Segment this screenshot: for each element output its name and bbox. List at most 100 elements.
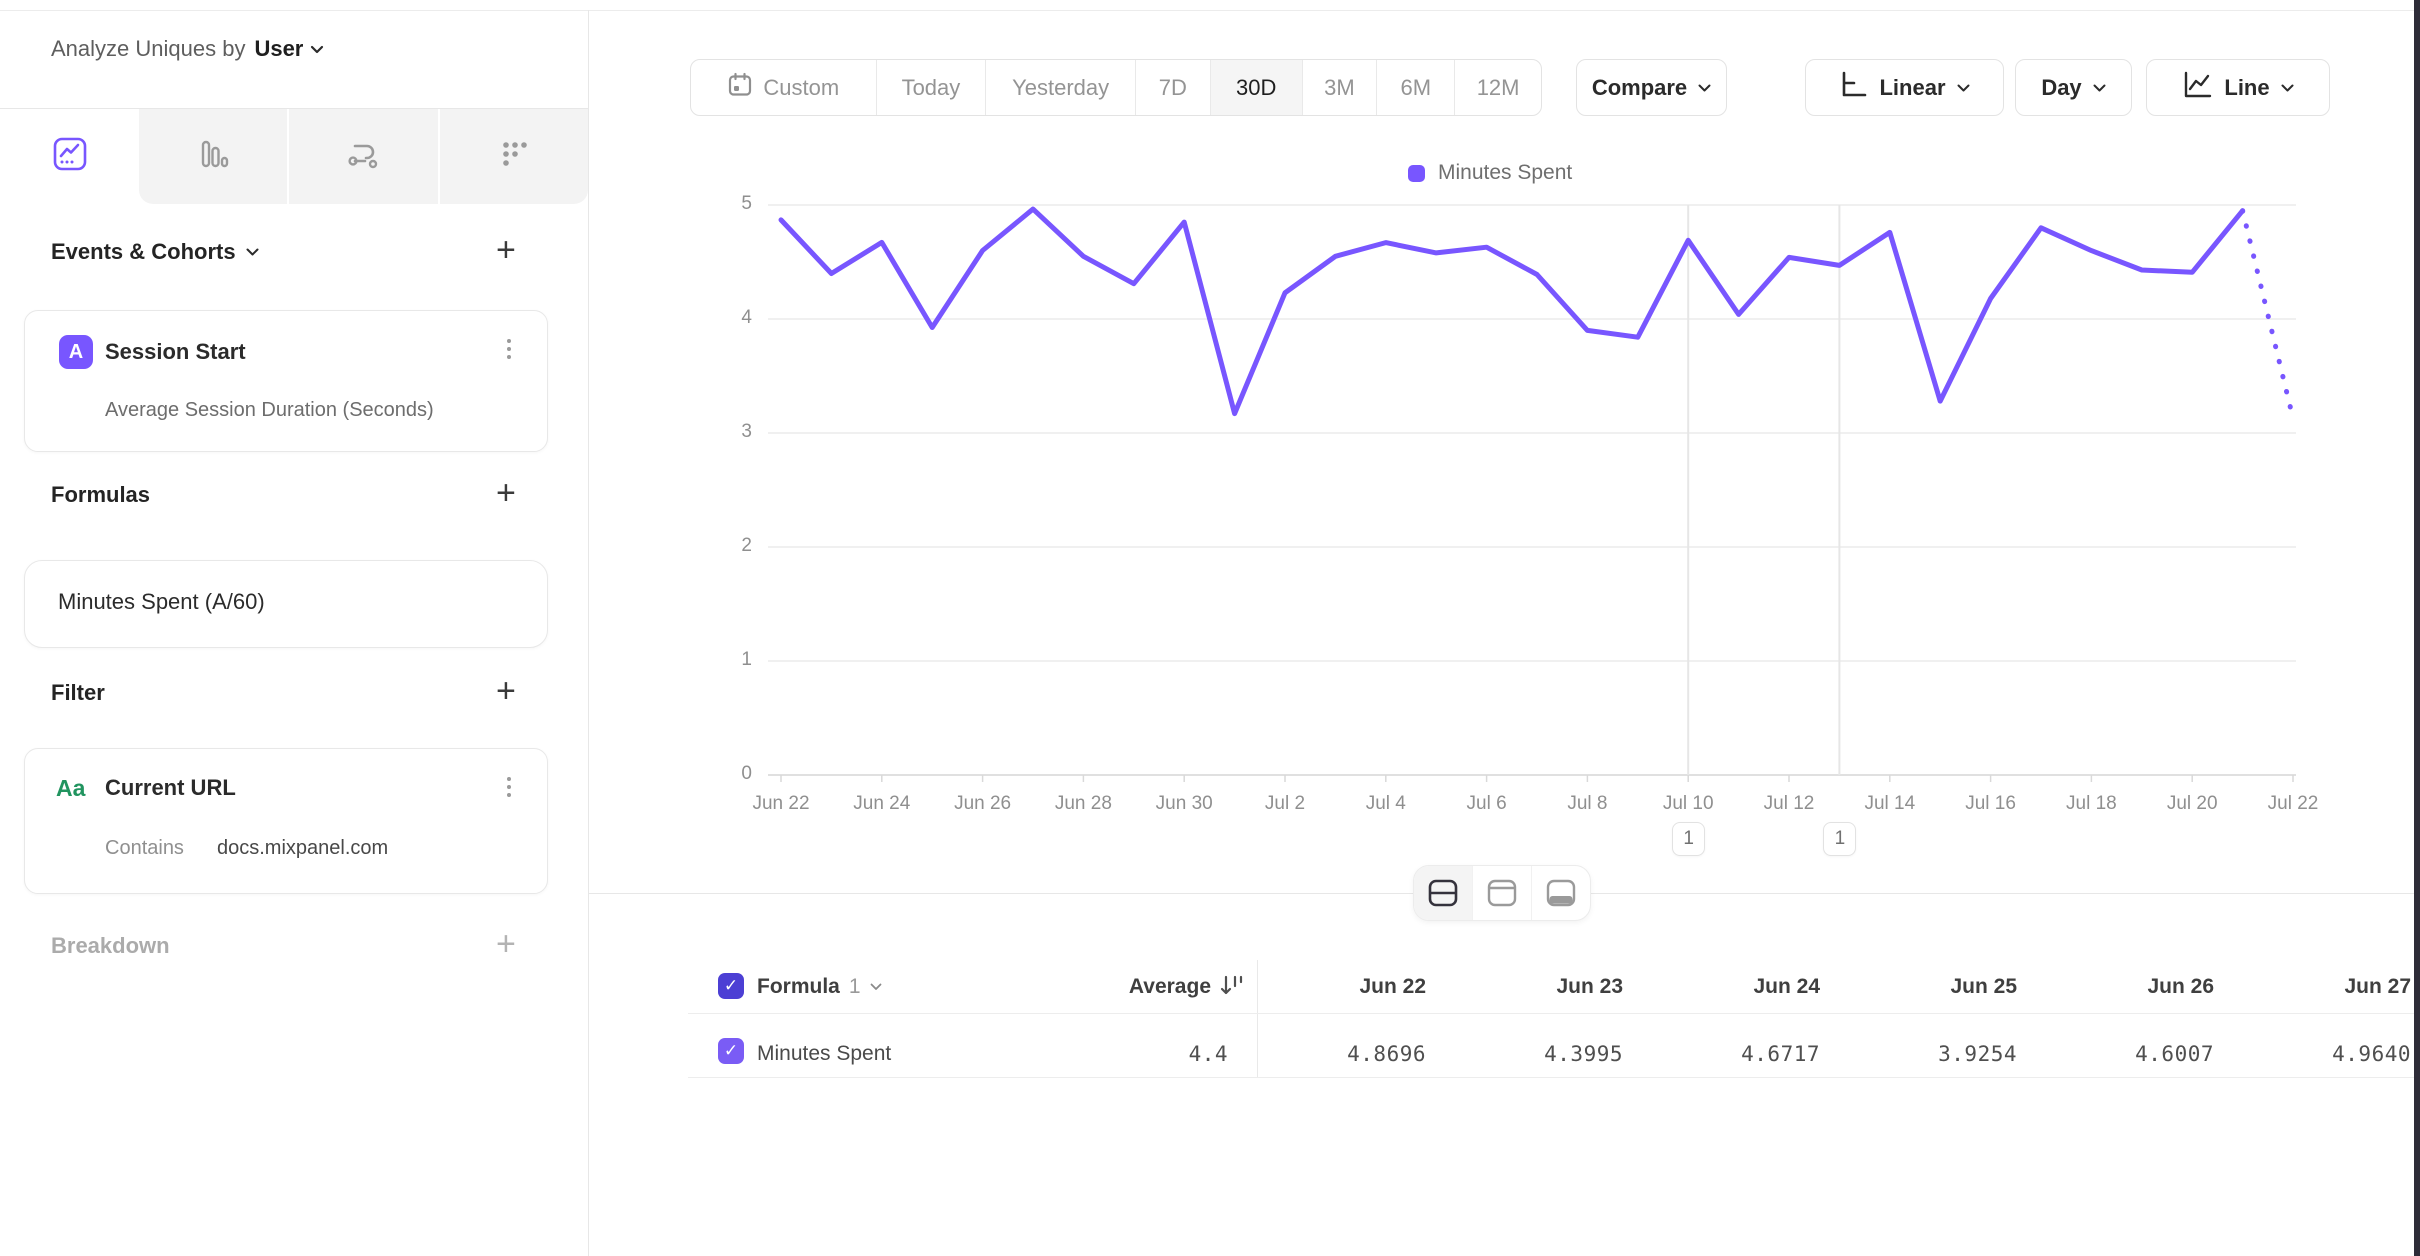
annotation-badge[interactable]: 1 xyxy=(1823,822,1856,856)
date-range-12m[interactable]: 12M xyxy=(1454,60,1541,115)
date-column-header: Jun 27 xyxy=(2242,975,2420,999)
date-range-label: 7D xyxy=(1159,75,1187,101)
event-menu-button[interactable] xyxy=(503,335,515,363)
scale-button[interactable]: Linear xyxy=(1805,59,2004,116)
add-filter-button[interactable]: + xyxy=(496,676,516,706)
tab-line-chart[interactable] xyxy=(0,109,139,204)
chevron-down-icon xyxy=(1698,84,1711,92)
tab-grid[interactable] xyxy=(438,109,588,204)
date-range-label: 3M xyxy=(1324,75,1355,101)
filter-operator[interactable]: Contains xyxy=(105,837,184,860)
date-column-header: Jun 26 xyxy=(2045,975,2242,999)
y-axis-tick: 3 xyxy=(690,421,752,443)
date-range-label: 30D xyxy=(1236,75,1276,101)
sidebar-divider xyxy=(588,10,589,1256)
table-cell-value: 3.9254 xyxy=(1848,1042,2045,1066)
date-range-custom[interactable]: Custom xyxy=(691,60,876,115)
compare-button[interactable]: Compare xyxy=(1576,59,1727,116)
average-value: 4.4 xyxy=(1028,1042,1228,1066)
x-axis-tick: Jul 12 xyxy=(1734,793,1844,815)
formula-card[interactable]: Minutes Spent (A/60) xyxy=(24,560,548,648)
x-axis-tick: Jun 24 xyxy=(827,793,937,815)
breakdown-title: Breakdown xyxy=(51,933,170,959)
layout-split-button[interactable] xyxy=(1414,866,1472,920)
date-column-header: Jun 23 xyxy=(1454,975,1651,999)
date-range-label: Custom xyxy=(763,75,839,101)
date-range-today[interactable]: Today xyxy=(876,60,986,115)
events-cohorts-header: Events & Cohorts xyxy=(51,239,259,265)
flow-icon xyxy=(345,138,381,175)
date-range-label: Yesterday xyxy=(1012,75,1109,101)
events-cohorts-title: Events & Cohorts xyxy=(51,239,236,265)
y-axis-tick: 0 xyxy=(690,763,752,785)
compare-label: Compare xyxy=(1592,75,1687,101)
filter-menu-button[interactable] xyxy=(503,773,515,801)
filter-title: Filter xyxy=(51,680,105,706)
filter-property: Current URL xyxy=(105,775,236,801)
row-checkbox[interactable]: ✓ xyxy=(718,1038,744,1064)
table-cell-value: 4.6717 xyxy=(1651,1042,1848,1066)
split-view-icon xyxy=(1426,878,1460,908)
date-range-yesterday[interactable]: Yesterday xyxy=(985,60,1135,115)
table-cell-value: 4.3995 xyxy=(1454,1042,1651,1066)
x-axis-tick: Jul 20 xyxy=(2137,793,2247,815)
window-edge xyxy=(2414,0,2420,1256)
x-axis-tick: Jul 16 xyxy=(1936,793,2046,815)
date-range-3m[interactable]: 3M xyxy=(1302,60,1377,115)
add-formula-button[interactable]: + xyxy=(496,478,516,508)
chevron-down-icon xyxy=(1957,84,1970,92)
top-border xyxy=(0,10,2420,11)
layout-table-only-button[interactable] xyxy=(1531,866,1590,920)
date-range-7d[interactable]: 7D xyxy=(1135,60,1210,115)
date-range-6m[interactable]: 6M xyxy=(1376,60,1454,115)
analyze-uniques-selector[interactable]: User xyxy=(254,36,324,62)
x-axis-tick: Jul 10 xyxy=(1633,793,1743,815)
analyze-uniques-row: Analyze Uniques by User xyxy=(51,36,324,62)
x-axis-tick: Jul 8 xyxy=(1532,793,1642,815)
average-column-header[interactable]: Average xyxy=(1000,975,1211,999)
legend-item[interactable]: Minutes Spent xyxy=(1408,161,1572,185)
interval-label: Day xyxy=(2041,75,2081,101)
add-event-button[interactable]: + xyxy=(496,235,516,265)
event-card[interactable]: A Session Start Average Session Duration… xyxy=(24,310,548,452)
tab-bar-chart[interactable] xyxy=(139,109,287,204)
chart-type-button[interactable]: Line xyxy=(2146,59,2330,116)
formula-header-label: Formula xyxy=(757,975,840,999)
interval-button[interactable]: Day xyxy=(2015,59,2132,116)
table-row-divider xyxy=(688,1077,2414,1078)
inactive-tabs xyxy=(139,109,588,204)
insights-report: Analyze Uniques by User xyxy=(0,0,2420,1256)
select-all-checkbox[interactable]: ✓ xyxy=(718,973,744,999)
bar-chart-icon xyxy=(196,138,230,175)
line-type-icon xyxy=(2182,70,2213,105)
tab-flow[interactable] xyxy=(287,109,437,204)
sort-icon[interactable] xyxy=(1218,972,1246,1005)
annotation-badge[interactable]: 1 xyxy=(1672,822,1705,856)
chevron-down-icon xyxy=(870,983,882,991)
add-breakdown-button[interactable]: + xyxy=(496,929,516,959)
chevron-down-icon[interactable] xyxy=(246,248,259,256)
y-axis-tick: 5 xyxy=(690,193,752,215)
formulas-header: Formulas xyxy=(51,482,150,508)
filter-header: Filter xyxy=(51,680,105,706)
x-axis-tick: Jun 28 xyxy=(1028,793,1138,815)
table-row-label: Minutes Spent xyxy=(757,1042,891,1066)
event-title: Session Start xyxy=(105,339,246,365)
analyze-uniques-label: Analyze Uniques by xyxy=(51,36,245,62)
chevron-down-icon xyxy=(310,45,324,54)
bottom-panel-icon xyxy=(1544,878,1578,908)
layout-chart-only-button[interactable] xyxy=(1472,866,1531,920)
filter-value[interactable]: docs.mixpanel.com xyxy=(217,837,388,860)
formula-header-index: 1 xyxy=(849,975,861,999)
top-panel-icon xyxy=(1485,878,1519,908)
calendar-icon xyxy=(727,72,753,104)
formula-column-header[interactable]: Formula 1 xyxy=(757,975,882,999)
filter-card[interactable]: Aa Current URL Contains docs.mixpanel.co… xyxy=(24,748,548,894)
date-range-30d[interactable]: 30D xyxy=(1210,60,1302,115)
x-axis-tick: Jul 18 xyxy=(2036,793,2146,815)
y-axis-tick: 4 xyxy=(690,307,752,329)
date-range-label: Today xyxy=(902,75,961,101)
x-axis-tick: Jul 2 xyxy=(1230,793,1340,815)
event-aggregation[interactable]: Average Session Duration (Seconds) xyxy=(105,399,434,422)
date-range-label: 12M xyxy=(1477,75,1520,101)
